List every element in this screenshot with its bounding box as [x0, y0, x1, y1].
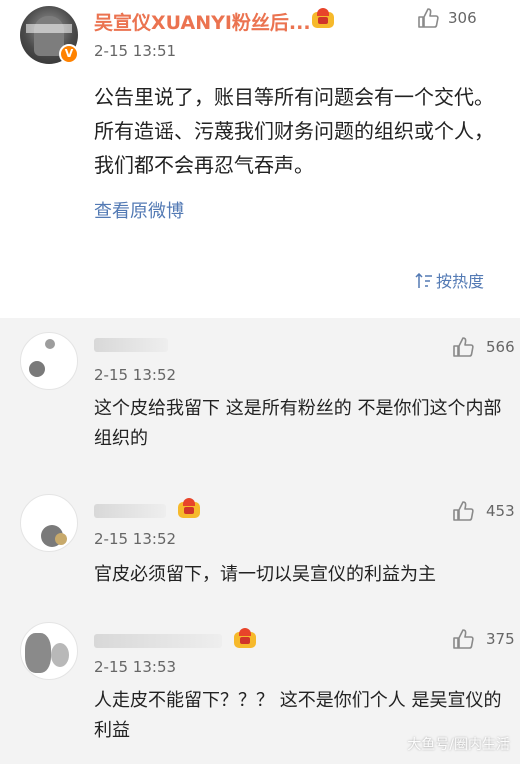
- like-thumb-icon[interactable]: [417, 7, 439, 29]
- comment-time: 2-15 13:52: [94, 530, 177, 548]
- comment-text: 官皮必须留下，请一切以吴宣仪的利益为主: [94, 564, 436, 585]
- commenter-name-blurred[interactable]: [94, 338, 168, 352]
- sort-by-hot-button[interactable]: 按热度: [415, 268, 484, 292]
- commenter-avatar[interactable]: [20, 332, 78, 390]
- comment-like-count[interactable]: 375: [486, 630, 515, 648]
- like-thumb-icon[interactable]: [452, 628, 474, 650]
- comment-like-count[interactable]: 453: [486, 502, 515, 520]
- crown-icon: [178, 498, 200, 518]
- main-post: V 吴宣仪XUANYI粉丝后... 306 2-15 13:51 公告里说了，账…: [0, 0, 520, 318]
- like-thumb-icon[interactable]: [452, 336, 474, 358]
- comment-like-count[interactable]: 566: [486, 338, 515, 356]
- commenter-avatar[interactable]: [20, 494, 78, 552]
- comment-time: 2-15 13:52: [94, 366, 177, 384]
- crown-icon: [234, 628, 256, 648]
- comment-text: 这个皮给我留下 这是所有粉丝的 不是你们这个内部组织的: [94, 398, 502, 449]
- post-like-count[interactable]: 306: [448, 9, 477, 27]
- sort-label: 按热度: [436, 272, 485, 291]
- like-thumb-icon[interactable]: [452, 500, 474, 522]
- post-time: 2-15 13:51: [94, 42, 177, 60]
- commenter-name-blurred[interactable]: [94, 504, 166, 518]
- crown-icon: [312, 8, 334, 28]
- watermark: 大鱼号/圈内生活: [407, 737, 510, 753]
- comment-list: 566 2-15 13:52 这个皮给我留下 这是所有粉丝的 不是你们这个内部组…: [0, 318, 520, 764]
- commenter-avatar[interactable]: [20, 622, 78, 680]
- post-text: 公告里说了，账目等所有问题会有一个交代。所有造谣、污蔑我们财务问题的组织或个人，…: [94, 85, 494, 177]
- view-original-link[interactable]: 查看原微博: [94, 197, 184, 223]
- avatar-strip: [26, 24, 72, 33]
- post-author-name[interactable]: 吴宣仪XUANYI粉丝后...: [94, 8, 311, 35]
- verified-badge-icon: V: [59, 44, 79, 64]
- comment-time: 2-15 13:53: [94, 658, 177, 676]
- sort-icon: [415, 272, 433, 289]
- commenter-name-blurred[interactable]: [94, 634, 222, 648]
